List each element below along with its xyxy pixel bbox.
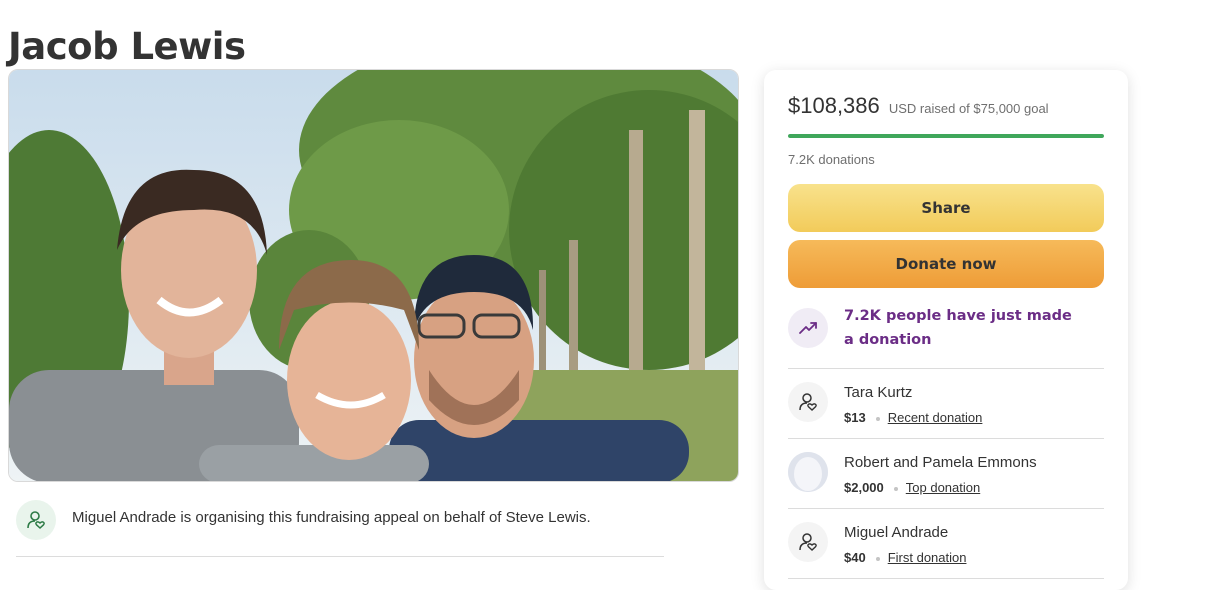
donor-row: Robert and Pamela Emmons $2,000 Top donat… xyxy=(788,438,1104,509)
share-button[interactable]: Share xyxy=(788,184,1104,232)
donor-amount: $40 xyxy=(844,550,866,565)
donor-row: Tara Kurtz $13 Recent donation xyxy=(788,368,1104,439)
donor-meta: $40 First donation xyxy=(844,550,966,565)
donor-name: Tara Kurtz xyxy=(844,384,913,401)
organiser-text: Miguel Andrade is organising this fundra… xyxy=(72,509,591,526)
donor-heart-icon xyxy=(788,382,828,422)
trending-up-icon xyxy=(788,308,828,348)
donor-amount: $2,000 xyxy=(844,480,884,495)
amount-raised-value: $108,386 xyxy=(788,93,880,118)
donation-count: 7.2K donations xyxy=(788,152,875,167)
campaign-photo-image xyxy=(9,70,738,481)
donor-amount: $13 xyxy=(844,410,866,425)
top-donation-link[interactable]: Top donation xyxy=(906,480,980,495)
separator-dot xyxy=(875,416,880,421)
avatar-photo xyxy=(788,452,828,492)
trend-text: 7.2K people have just made a donation xyxy=(844,308,1072,348)
donation-card: $108,386 USD raised of $75,000 goal 7.2K… xyxy=(764,70,1128,590)
goal-text: USD raised of $75,000 goal xyxy=(888,101,1049,116)
separator-dot xyxy=(893,486,898,491)
progress-bar-fill xyxy=(788,134,1104,138)
page-title: Jacob Lewis xyxy=(8,24,246,68)
donor-heart-icon xyxy=(788,522,828,562)
donation-trend: 7.2K people have just made a donation xyxy=(788,304,1104,369)
donor-name: Miguel Andrade xyxy=(844,524,949,541)
recent-donation-link[interactable]: Recent donation xyxy=(888,410,983,425)
separator-dot xyxy=(875,556,880,561)
first-donation-link[interactable]: First donation xyxy=(888,550,967,565)
campaign-photo[interactable] xyxy=(8,69,739,482)
donate-now-button[interactable]: Donate now xyxy=(788,240,1104,288)
donor-meta: $13 Recent donation xyxy=(844,410,982,425)
organiser-heart-icon xyxy=(16,500,56,540)
organiser-row: Miguel Andrade is organising this fundra… xyxy=(16,498,664,557)
progress-bar xyxy=(788,134,1104,138)
donor-row: Miguel Andrade $40 First donation xyxy=(788,508,1104,579)
donor-name: Robert and Pamela Emmons xyxy=(844,454,1037,471)
amount-raised: $108,386 USD raised of $75,000 goal xyxy=(788,93,1049,119)
donor-meta: $2,000 Top donation xyxy=(844,480,980,495)
